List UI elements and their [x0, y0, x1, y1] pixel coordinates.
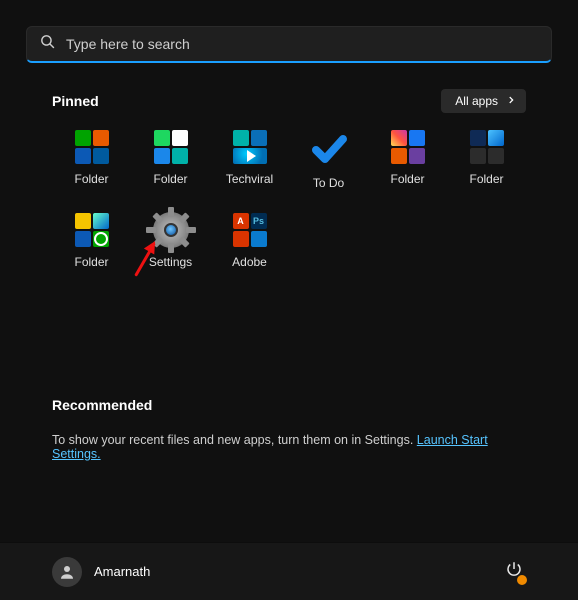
- pinned-grid: Folder Folder Techviral: [52, 129, 526, 269]
- pinned-app-folder-2[interactable]: Folder: [131, 129, 210, 190]
- app-label: Folder: [390, 172, 424, 186]
- check-icon: [309, 129, 349, 169]
- pinned-app-folder-4[interactable]: Folder: [447, 129, 526, 190]
- all-apps-label: All apps: [455, 94, 498, 108]
- username-label: Amarnath: [94, 564, 150, 579]
- pinned-title: Pinned: [52, 93, 99, 109]
- pinned-app-adobe[interactable]: A Ps Adobe: [210, 212, 289, 269]
- all-apps-button[interactable]: All apps: [441, 89, 526, 113]
- folder-tile-icon: [469, 129, 505, 165]
- app-label: Adobe: [232, 255, 267, 269]
- app-label: Settings: [149, 255, 192, 269]
- pinned-app-settings[interactable]: Settings: [131, 212, 210, 269]
- app-label: Folder: [74, 255, 108, 269]
- pinned-app-todo[interactable]: To Do: [289, 129, 368, 190]
- folder-tile-icon: [74, 129, 110, 165]
- pinned-app-folder-1[interactable]: Folder: [52, 129, 131, 190]
- pinned-app-folder-5[interactable]: Folder: [52, 212, 131, 269]
- recommended-title: Recommended: [52, 397, 526, 413]
- app-label: Techviral: [226, 172, 273, 186]
- avatar-icon: [52, 557, 82, 587]
- folder-tile-icon: [74, 212, 110, 248]
- pinned-app-techviral[interactable]: Techviral: [210, 129, 289, 190]
- search-input[interactable]: [66, 36, 539, 52]
- search-box[interactable]: [26, 26, 552, 63]
- footer-bar: Amarnath: [0, 542, 578, 600]
- folder-tile-icon: [153, 129, 189, 165]
- app-label: To Do: [313, 176, 344, 190]
- chevron-right-icon: [506, 94, 516, 108]
- pinned-app-folder-3[interactable]: Folder: [368, 129, 447, 190]
- power-button[interactable]: [502, 560, 526, 584]
- folder-tile-icon: [390, 129, 426, 165]
- gear-icon: [153, 212, 189, 248]
- adobe-folder-icon: A Ps: [232, 212, 268, 248]
- user-account-button[interactable]: Amarnath: [52, 557, 150, 587]
- app-label: Folder: [74, 172, 108, 186]
- recommended-text: To show your recent files and new apps, …: [52, 433, 526, 461]
- techviral-icon: [232, 129, 268, 165]
- search-icon: [39, 33, 56, 55]
- update-badge-icon: [517, 575, 527, 585]
- app-label: Folder: [153, 172, 187, 186]
- app-label: Folder: [469, 172, 503, 186]
